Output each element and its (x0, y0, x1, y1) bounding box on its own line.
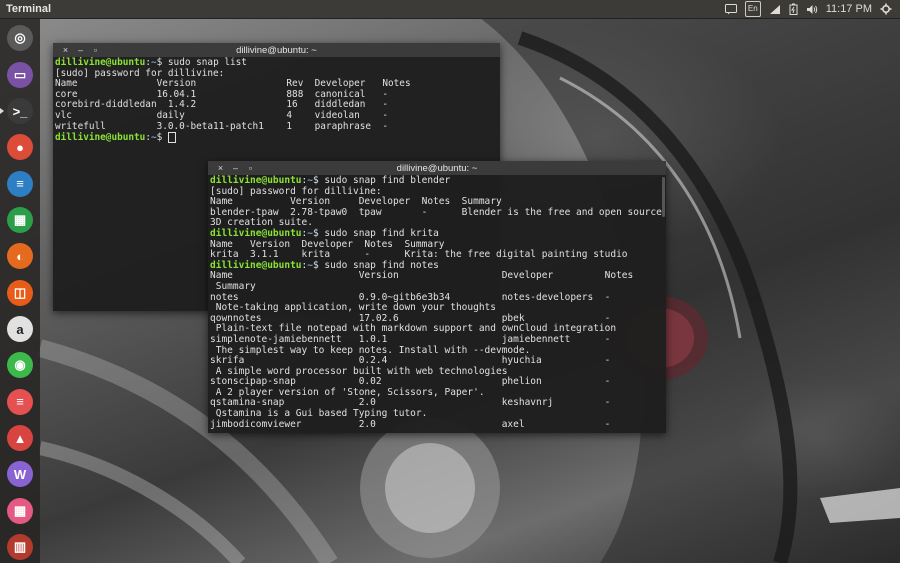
output-line: vlc daily 4 videolan - (55, 109, 389, 121)
libreoffice-writer-icon: ≡ (7, 170, 33, 197)
text-cursor (167, 132, 176, 144)
terminal-1-output[interactable]: dillivine@ubuntu:~$ sudo snap list [sudo]… (53, 57, 500, 144)
unity-launcher: ◎ ▭ >_ ● ≡ ▦ ◐ ◫ a ◉ ≡ ▲ W ▦ ▥ (0, 18, 40, 563)
prompt-line: dillivine@ubuntu:~$ sudo snap find blend… (210, 175, 664, 187)
close-window-icon[interactable]: × (216, 163, 225, 173)
command-text: $ sudo snap find krita (312, 227, 439, 239)
maximize-window-icon[interactable]: ▫ (91, 45, 100, 55)
libreoffice-calc-icon: ▦ (7, 207, 33, 234)
settings-toggle-icon: ◉ (7, 352, 33, 379)
terminal-1-titlebar[interactable]: × – ▫ dillivine@ubuntu: ~ (53, 43, 500, 57)
trash-icon: ▥ (7, 534, 33, 560)
files-icon: ▭ (7, 61, 33, 88)
command-text: $ sudo snap find notes (312, 259, 439, 271)
output-line: Name Version Developer Notes (210, 270, 634, 282)
minimize-window-icon[interactable]: – (231, 163, 240, 173)
minimize-window-icon[interactable]: – (76, 45, 85, 55)
launcher-firefox[interactable]: ◐ (4, 240, 36, 272)
terminal-2-scrollbar[interactable] (662, 177, 665, 217)
calculator-icon: ▦ (7, 497, 33, 524)
active-app-title: Terminal (6, 3, 52, 15)
app-w-icon: W (7, 461, 33, 488)
launcher-app-flask[interactable]: ▲ (4, 422, 36, 454)
clock[interactable]: 11:17 PM (826, 2, 872, 16)
network-icon[interactable] (769, 2, 781, 16)
terminal-window-2[interactable]: × – ▫ dillivine@ubuntu: ~ dillivine@ubun… (208, 161, 666, 433)
output-line: writefull 3.0.0-beta11-patch1 1 paraphra… (55, 120, 389, 132)
app-flask-icon: ▲ (7, 425, 33, 452)
prompt-user: dillivine@ubuntu (210, 175, 302, 186)
prompt-line: dillivine@ubuntu:~$ (55, 132, 498, 144)
volume-icon[interactable] (806, 2, 818, 16)
launcher-chrome[interactable]: ● (4, 131, 36, 163)
keyboard-layout-indicator[interactable]: En (744, 1, 761, 17)
close-window-icon[interactable]: × (61, 45, 70, 55)
prompt-line: dillivine@ubuntu:~$ sudo snap find krita (210, 227, 664, 240)
system-tray: En 11:17 PM (724, 0, 900, 18)
prompt-user: dillivine@ubuntu (55, 132, 146, 144)
output-line: jimbodicomviewer 2.0 axel - (210, 418, 611, 430)
launcher-terminal[interactable]: >_ (0, 95, 36, 127)
launcher-libreoffice-writer[interactable]: ≡ (4, 168, 36, 200)
ubuntu-dash-icon: ◎ (7, 25, 33, 52)
terminal-1-title: dillivine@ubuntu: ~ (236, 44, 317, 56)
launcher-ubuntu-dash[interactable]: ◎ (4, 23, 36, 55)
amazon-icon: a (7, 316, 33, 343)
maximize-window-icon[interactable]: ▫ (246, 163, 255, 173)
launcher-amazon[interactable]: a (4, 313, 36, 345)
terminal-icon: >_ (7, 98, 33, 125)
prompt-user: dillivine@ubuntu (55, 57, 146, 68)
prompt-line: dillivine@ubuntu:~$ sudo snap list (55, 57, 498, 69)
firefox-icon: ◐ (7, 243, 33, 270)
command-text: $ sudo snap list (156, 57, 247, 68)
software-center-icon: ◫ (7, 279, 33, 306)
terminal-2-title: dillivine@ubuntu: ~ (396, 162, 478, 174)
battery-icon[interactable] (789, 2, 798, 16)
terminal-2-titlebar[interactable]: × – ▫ dillivine@ubuntu: ~ (208, 161, 666, 175)
terminal-2-output[interactable]: dillivine@ubuntu:~$ sudo snap find blend… (208, 175, 666, 431)
launcher-libreoffice-calc[interactable]: ▦ (4, 204, 36, 236)
top-panel: Terminal En 11:17 PM (0, 0, 900, 18)
output-line: Summary (210, 280, 256, 292)
chrome-icon: ● (7, 134, 33, 161)
messaging-icon[interactable] (724, 2, 737, 16)
launcher-files[interactable]: ▭ (4, 59, 36, 91)
prompt-user: dillivine@ubuntu (210, 227, 302, 239)
launcher-trash[interactable]: ▥ (4, 531, 36, 563)
command-text: $ (156, 132, 168, 144)
launcher-app-w[interactable]: W (4, 458, 36, 490)
power-gear-icon[interactable] (880, 2, 892, 16)
launcher-settings-toggle[interactable]: ◉ (4, 349, 36, 381)
launcher-software-center[interactable]: ◫ (4, 277, 36, 309)
launcher-calculator[interactable]: ▦ (4, 495, 36, 527)
launcher-app-red[interactable]: ≡ (4, 386, 36, 418)
prompt-user: dillivine@ubuntu (210, 259, 302, 271)
app-red-icon: ≡ (7, 388, 33, 415)
command-text: $ sudo snap find blender (312, 175, 451, 186)
output-line: simplenote-jamiebennett 1.0.1 jamiebenne… (210, 333, 611, 345)
